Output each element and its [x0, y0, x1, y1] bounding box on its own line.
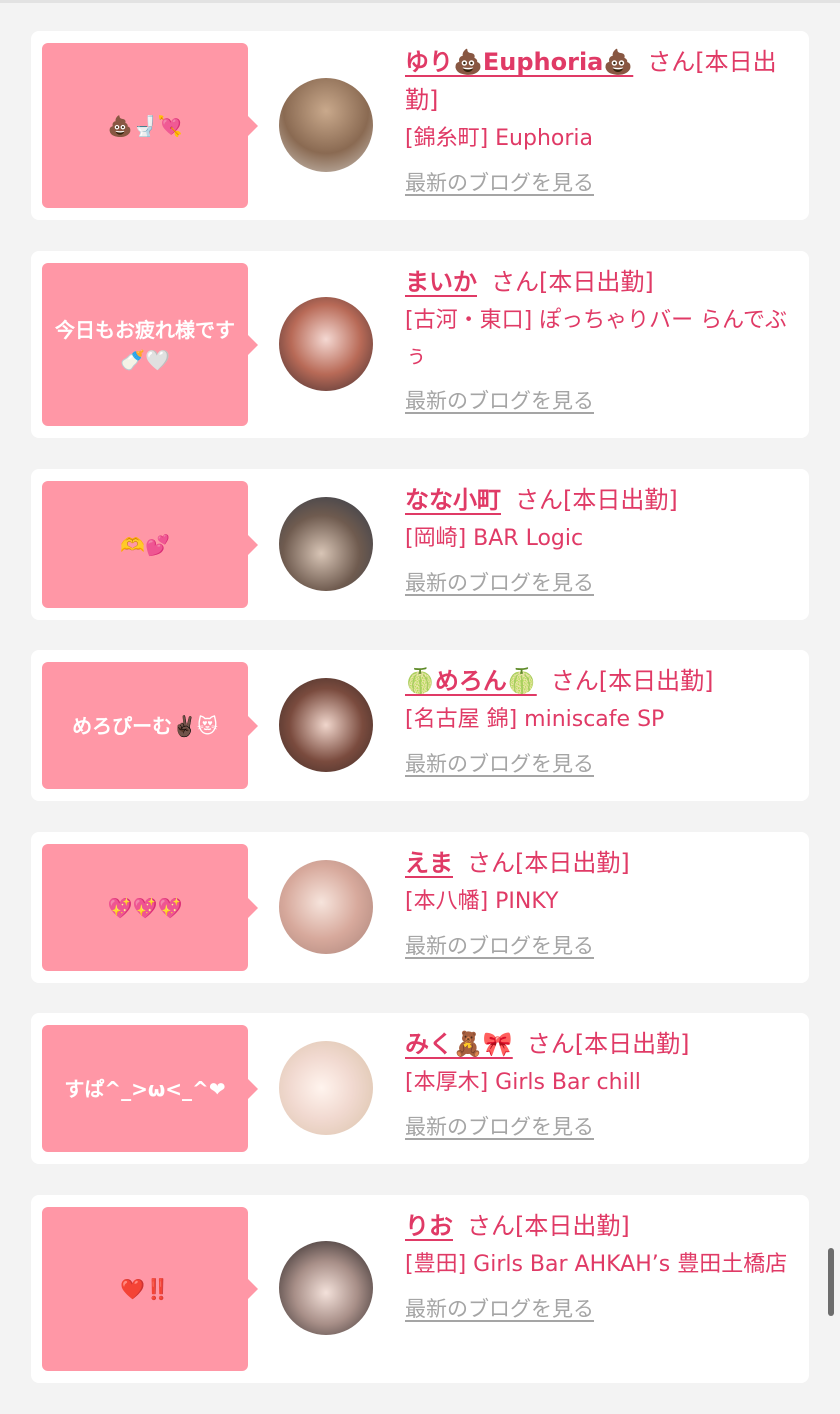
shop-name: [豊田] Girls Bar AHKAH’s 豊田土橋店 — [405, 1252, 788, 1277]
latest-blog-link[interactable]: 最新のブログを見る — [405, 385, 594, 415]
cast-name-link[interactable]: まいか — [405, 268, 477, 296]
message-bubble: すぱ^_>ω<_^❤ — [42, 1025, 258, 1152]
list-item: すぱ^_>ω<_^❤ みく🧸🎀 さん[本日出勤] [本厚木] Girls Bar … — [31, 1013, 809, 1164]
list-item: 今日もお疲れ様です🍼🤍 まいか さん[本日出勤] [古河・東口] ぽっちゃりバー … — [31, 251, 809, 438]
cast-name-link[interactable]: えま — [405, 849, 453, 877]
latest-blog-link[interactable]: 最新のブログを見る — [405, 167, 594, 197]
avatar[interactable] — [279, 78, 373, 172]
shop-name: [岡崎] BAR Logic — [405, 526, 584, 551]
cast-name-link[interactable]: りお — [405, 1212, 453, 1240]
message-bubble: 今日もお疲れ様です🍼🤍 — [42, 263, 258, 426]
latest-blog-link[interactable]: 最新のブログを見る — [405, 567, 594, 597]
list-item: ❤️‼️ りお さん[本日出勤] [豊田] Girls Bar AHKAH’s 豊… — [31, 1195, 809, 1383]
shop-name: [錦糸町] Euphoria — [405, 126, 594, 151]
cast-status: さん[本日出勤] — [515, 486, 678, 514]
shop-name: [古河・東口] ぽっちゃりバー らんでぶぅ — [405, 308, 788, 369]
message-bubble: 💩🚽💘 — [42, 43, 258, 208]
latest-blog-link[interactable]: 最新のブログを見る — [405, 748, 594, 778]
cast-name-link[interactable]: ゆり💩Euphoria💩 — [405, 48, 633, 76]
avatar[interactable] — [279, 1041, 373, 1135]
cast-status: さん[本日出勤] — [550, 667, 714, 695]
message-bubble: 🫶💕 — [42, 481, 258, 608]
shop-name: [本八幡] PINKY — [405, 889, 559, 914]
cast-status: さん[本日出勤] — [467, 849, 630, 877]
scrollbar[interactable] — [828, 1248, 834, 1316]
avatar[interactable] — [279, 297, 373, 391]
latest-blog-link[interactable]: 最新のブログを見る — [405, 1293, 594, 1323]
list-item: 💩🚽💘 ゆり💩Euphoria💩 さん[本日出勤] [錦糸町] Euphoria … — [31, 31, 809, 220]
avatar[interactable] — [279, 497, 373, 591]
avatar[interactable] — [279, 678, 373, 772]
avatar[interactable] — [279, 860, 373, 954]
avatar[interactable] — [279, 1241, 373, 1335]
cast-name-link[interactable]: なな小町 — [405, 486, 501, 514]
list-item: 🫶💕 なな小町 さん[本日出勤] [岡崎] BAR Logic 最新のブログを見る — [31, 469, 809, 620]
latest-blog-link[interactable]: 最新のブログを見る — [405, 1111, 594, 1141]
list-item: 💖💖💖 えま さん[本日出勤] [本八幡] PINKY 最新のブログを見る — [31, 832, 809, 983]
shop-name: [名古屋 錦] miniscafe SP — [405, 707, 665, 732]
list-item: めろぴーむ✌🏿😻 🍈めろん🍈 さん[本日出勤] [名古屋 錦] miniscafe… — [31, 650, 809, 801]
blog-feed-list: 💩🚽💘 ゆり💩Euphoria💩 さん[本日出勤] [錦糸町] Euphoria … — [0, 0, 840, 1414]
cast-name-link[interactable]: 🍈めろん🍈 — [405, 667, 537, 695]
cast-status: さん[本日出勤] — [467, 1212, 630, 1240]
latest-blog-link[interactable]: 最新のブログを見る — [405, 930, 594, 960]
cast-status: さん[本日出勤] — [491, 268, 654, 296]
shop-name: [本厚木] Girls Bar chill — [405, 1070, 641, 1095]
message-bubble: めろぴーむ✌🏿😻 — [42, 662, 258, 789]
cast-status: さん[本日出勤] — [526, 1030, 690, 1058]
cast-name-link[interactable]: みく🧸🎀 — [405, 1030, 513, 1058]
message-bubble: 💖💖💖 — [42, 844, 258, 971]
message-bubble: ❤️‼️ — [42, 1207, 258, 1371]
